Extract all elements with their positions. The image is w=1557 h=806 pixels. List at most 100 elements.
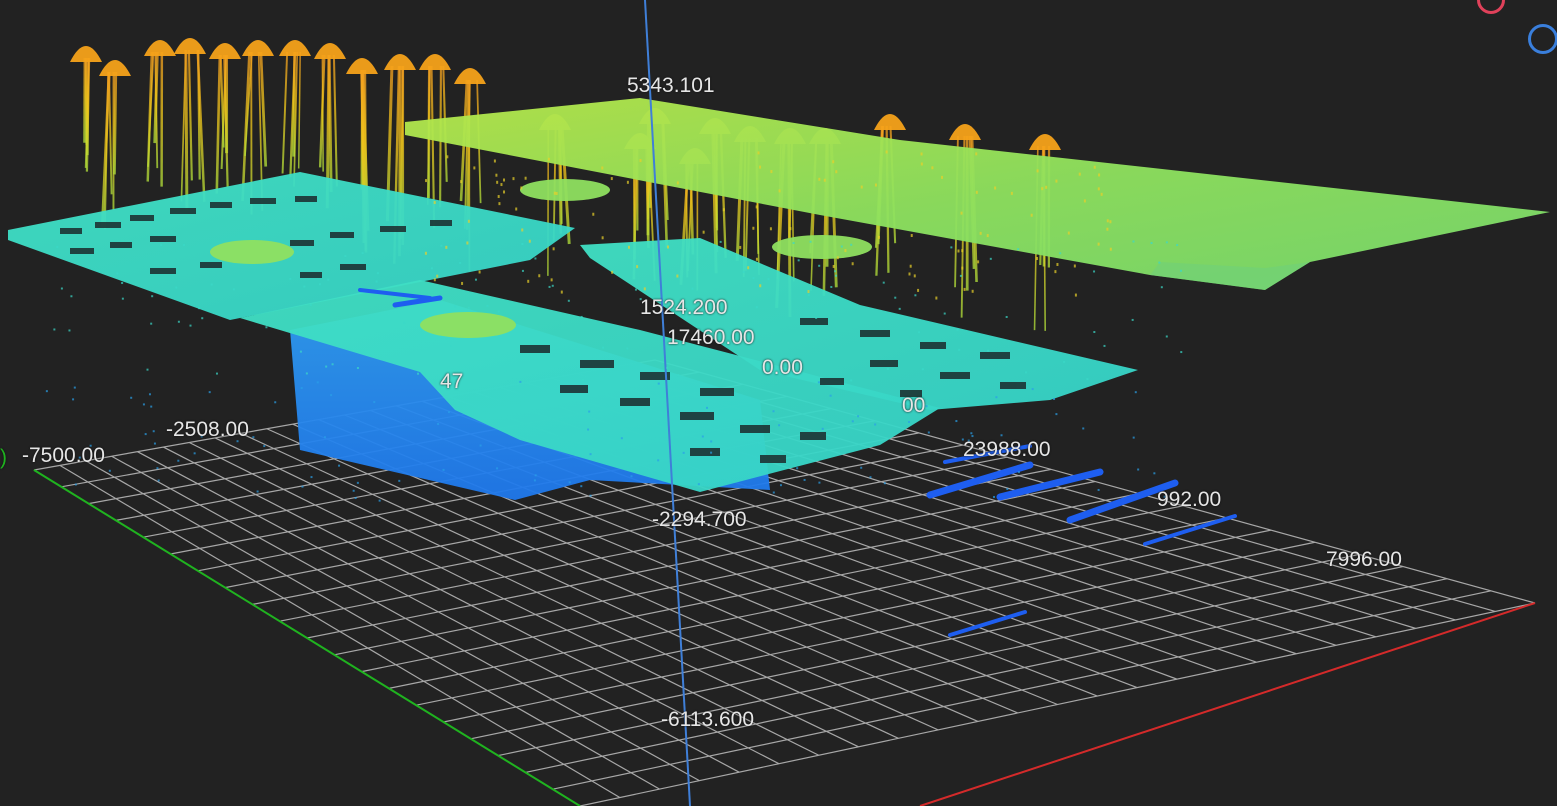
scatter-point bbox=[1093, 330, 1096, 333]
scatter-point bbox=[898, 307, 901, 310]
scatter-point bbox=[121, 281, 124, 284]
scatter-point bbox=[580, 315, 583, 318]
scatter-point bbox=[914, 294, 917, 297]
pillar-cap bbox=[174, 38, 206, 54]
scatter-point bbox=[920, 152, 923, 156]
scatter-point bbox=[1036, 256, 1039, 260]
platform-gap bbox=[150, 268, 176, 274]
x-end-label: 7996.00 bbox=[1326, 548, 1402, 571]
scatter-point bbox=[193, 452, 196, 455]
scatter-point bbox=[373, 401, 376, 404]
scatter-point bbox=[177, 320, 180, 323]
scatter-point bbox=[323, 436, 326, 439]
scatter-point bbox=[1109, 247, 1112, 251]
pillar-cap bbox=[144, 40, 176, 56]
scatter-point bbox=[256, 490, 259, 493]
scatter-point bbox=[1131, 318, 1134, 321]
pillar-streak bbox=[281, 51, 289, 174]
z-axis-gizmo-icon[interactable] bbox=[1528, 24, 1557, 54]
depth-label-3: 00 bbox=[902, 394, 926, 417]
scatter-point bbox=[592, 212, 595, 216]
point-cloud-viewport[interactable]: ) 5343.101 1524.200 17460.00 0.00 00 47 … bbox=[0, 0, 1557, 806]
scatter-point bbox=[757, 151, 760, 155]
scatter-point bbox=[835, 170, 838, 174]
scatter-point bbox=[445, 245, 448, 249]
scatter-point bbox=[437, 422, 440, 425]
scatter-point bbox=[555, 192, 558, 196]
scatter-point bbox=[68, 329, 71, 332]
scatter-point bbox=[299, 350, 302, 353]
scatter-point bbox=[844, 249, 847, 253]
scatter-point bbox=[626, 347, 629, 350]
scatter-point bbox=[1137, 468, 1140, 471]
scatter-point bbox=[547, 157, 550, 161]
scatter-point bbox=[835, 274, 838, 277]
scatter-point bbox=[1150, 242, 1153, 245]
depth-label-2: 0.00 bbox=[762, 356, 803, 379]
scatter-point bbox=[995, 396, 998, 399]
scatter-point bbox=[433, 200, 436, 204]
scatter-point bbox=[836, 256, 839, 260]
scatter-point bbox=[602, 346, 605, 349]
scatter-point bbox=[1006, 488, 1009, 491]
scatter-point bbox=[610, 177, 613, 181]
scatter-point bbox=[1031, 388, 1034, 391]
scatter-point bbox=[325, 365, 328, 368]
scatter-point bbox=[909, 264, 912, 268]
scatter-point bbox=[630, 475, 633, 478]
scatter-point bbox=[493, 159, 496, 163]
scatter-point bbox=[361, 252, 364, 255]
scatter-point bbox=[198, 307, 201, 310]
scatter-point bbox=[318, 283, 321, 286]
scatter-point bbox=[626, 180, 629, 184]
scatter-point bbox=[742, 270, 745, 273]
y-tick-label: -2508.00 bbox=[166, 418, 249, 441]
scatter-point bbox=[177, 459, 180, 462]
pillar-streak bbox=[146, 51, 154, 182]
scatter-point bbox=[807, 294, 810, 297]
pillar-cap bbox=[346, 58, 378, 74]
scatter-point bbox=[512, 177, 515, 181]
scatter-point bbox=[883, 482, 886, 485]
scatter-point bbox=[975, 152, 978, 156]
platform-gap bbox=[300, 272, 322, 278]
scatter-point bbox=[550, 278, 553, 282]
platform-gap bbox=[200, 262, 222, 268]
scatter-point bbox=[778, 424, 781, 427]
scatter-point bbox=[486, 304, 489, 307]
scatter-point bbox=[971, 289, 974, 293]
platform-gap bbox=[170, 208, 196, 214]
scatter-point bbox=[1059, 252, 1062, 255]
scatter-point bbox=[722, 208, 725, 212]
scatter-point bbox=[560, 290, 563, 294]
scatter-point bbox=[210, 283, 213, 286]
scatter-point bbox=[356, 366, 359, 369]
scatter-point bbox=[1053, 397, 1056, 400]
scatter-point bbox=[1093, 270, 1096, 273]
scatter-point bbox=[498, 202, 501, 206]
pillar-cap bbox=[874, 114, 906, 130]
scatter-point bbox=[913, 274, 916, 278]
platform-gap bbox=[920, 342, 946, 349]
scatter-point bbox=[440, 244, 443, 247]
scatter-point bbox=[151, 295, 154, 298]
platform-gap bbox=[130, 215, 154, 221]
scatter-point bbox=[877, 235, 880, 239]
scatter-point bbox=[666, 366, 669, 369]
scatter-point bbox=[478, 270, 481, 274]
scatter-point bbox=[1132, 240, 1135, 243]
scatter-point bbox=[60, 287, 63, 290]
platform-gap bbox=[1000, 382, 1026, 389]
scatter-point bbox=[1106, 227, 1109, 231]
scatter-point bbox=[1055, 413, 1058, 416]
scatter-point bbox=[1160, 286, 1163, 289]
scatter-point bbox=[977, 260, 980, 264]
platform-gap bbox=[340, 264, 366, 270]
point-cloud-scene[interactable] bbox=[0, 0, 1557, 806]
platform-gap bbox=[150, 236, 176, 242]
scatter-point bbox=[1055, 179, 1058, 183]
platform-gap bbox=[690, 448, 720, 456]
platform-gap bbox=[520, 345, 550, 353]
scatter-point bbox=[252, 436, 255, 439]
scatter-point bbox=[189, 324, 192, 327]
